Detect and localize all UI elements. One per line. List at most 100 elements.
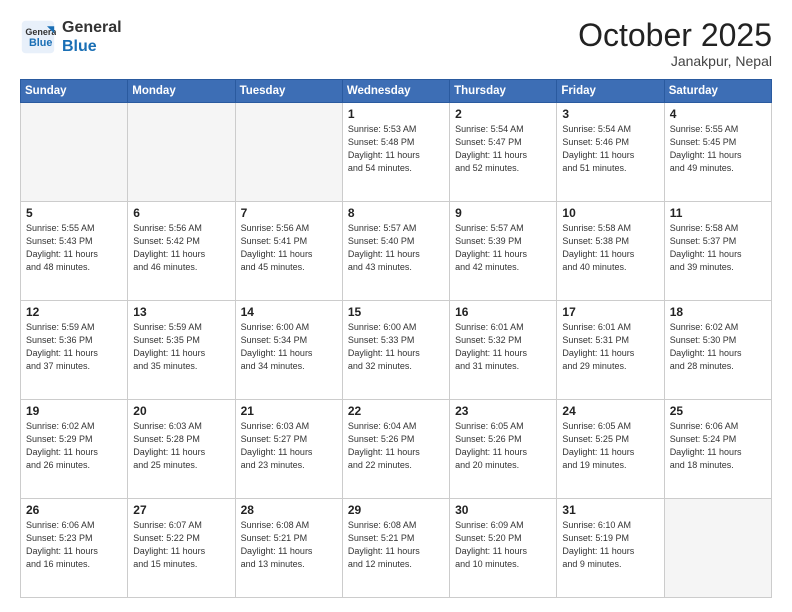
calendar-cell: 4 Sunrise: 5:55 AM Sunset: 5:45 PM Daylig… [664, 103, 771, 202]
calendar-cell: 13Sunrise: 5:59 AM Sunset: 5:35 PM Dayli… [128, 301, 235, 400]
day-info: Sunrise: 6:03 AM Sunset: 5:27 PM Dayligh… [241, 420, 337, 472]
day-number: 14 [241, 305, 337, 319]
day-info: Sunrise: 5:53 AM Sunset: 5:48 PM Dayligh… [348, 123, 444, 175]
day-info: Sunrise: 5:59 AM Sunset: 5:36 PM Dayligh… [26, 321, 122, 373]
day-number: 26 [26, 503, 122, 517]
calendar-cell: 30Sunrise: 6:09 AM Sunset: 5:20 PM Dayli… [450, 499, 557, 598]
day-info: Sunrise: 6:08 AM Sunset: 5:21 PM Dayligh… [348, 519, 444, 571]
day-info: Sunrise: 6:05 AM Sunset: 5:26 PM Dayligh… [455, 420, 551, 472]
day-number: 2 [455, 107, 551, 121]
calendar-cell: 12 Sunrise: 5:59 AM Sunset: 5:36 PM Dayli… [21, 301, 128, 400]
logo-text: General Blue [62, 18, 122, 56]
logo: General Blue General Blue [20, 18, 122, 56]
logo-icon: General Blue [20, 19, 56, 55]
day-number: 11 [670, 206, 766, 220]
day-info: Sunrise: 5:57 AM Sunset: 5:40 PM Dayligh… [348, 222, 444, 274]
day-info: Sunrise: 6:03 AM Sunset: 5:28 PM Dayligh… [133, 420, 229, 472]
day-info: Sunrise: 5:55 AM Sunset: 5:45 PM Dayligh… [670, 123, 766, 175]
week-row-3: 12 Sunrise: 5:59 AM Sunset: 5:36 PM Dayli… [21, 301, 772, 400]
svg-text:Blue: Blue [29, 37, 52, 49]
day-number: 29 [348, 503, 444, 517]
calendar-cell: 29 Sunrise: 6:08 AM Sunset: 5:21 PM Dayli… [342, 499, 449, 598]
day-number: 4 [670, 107, 766, 121]
day-info: Sunrise: 5:56 AM Sunset: 5:42 PM Dayligh… [133, 222, 229, 274]
calendar-cell: 7Sunrise: 5:56 AM Sunset: 5:41 PM Daylig… [235, 202, 342, 301]
calendar-cell: 16 Sunrise: 6:01 AM Sunset: 5:32 PM Dayli… [450, 301, 557, 400]
day-number: 17 [562, 305, 658, 319]
week-row-2: 5 Sunrise: 5:55 AM Sunset: 5:43 PM Daylig… [21, 202, 772, 301]
title-block: October 2025 Janakpur, Nepal [578, 18, 772, 69]
calendar-cell [664, 499, 771, 598]
day-number: 31 [562, 503, 658, 517]
calendar-table: SundayMondayTuesdayWednesdayThursdayFrid… [20, 79, 772, 598]
weekday-header-wednesday: Wednesday [342, 80, 449, 103]
day-info: Sunrise: 6:01 AM Sunset: 5:31 PM Dayligh… [562, 321, 658, 373]
day-number: 18 [670, 305, 766, 319]
day-number: 24 [562, 404, 658, 418]
day-number: 19 [26, 404, 122, 418]
calendar-cell: 20 Sunrise: 6:03 AM Sunset: 5:28 PM Dayli… [128, 400, 235, 499]
calendar-cell: 9 Sunrise: 5:57 AM Sunset: 5:39 PM Daylig… [450, 202, 557, 301]
day-number: 30 [455, 503, 551, 517]
day-info: Sunrise: 6:00 AM Sunset: 5:34 PM Dayligh… [241, 321, 337, 373]
calendar-cell: 1 Sunrise: 5:53 AM Sunset: 5:48 PM Daylig… [342, 103, 449, 202]
calendar-cell: 8 Sunrise: 5:57 AM Sunset: 5:40 PM Daylig… [342, 202, 449, 301]
location: Janakpur, Nepal [578, 53, 772, 69]
day-number: 5 [26, 206, 122, 220]
calendar-cell: 18 Sunrise: 6:02 AM Sunset: 5:30 PM Dayli… [664, 301, 771, 400]
calendar-cell: 5 Sunrise: 5:55 AM Sunset: 5:43 PM Daylig… [21, 202, 128, 301]
calendar-cell: 6 Sunrise: 5:56 AM Sunset: 5:42 PM Daylig… [128, 202, 235, 301]
weekday-header-monday: Monday [128, 80, 235, 103]
day-number: 13 [133, 305, 229, 319]
calendar-cell [128, 103, 235, 202]
day-number: 25 [670, 404, 766, 418]
day-info: Sunrise: 6:10 AM Sunset: 5:19 PM Dayligh… [562, 519, 658, 571]
calendar-cell [235, 103, 342, 202]
day-number: 15 [348, 305, 444, 319]
day-info: Sunrise: 5:54 AM Sunset: 5:46 PM Dayligh… [562, 123, 658, 175]
calendar-cell: 14 Sunrise: 6:00 AM Sunset: 5:34 PM Dayli… [235, 301, 342, 400]
day-number: 10 [562, 206, 658, 220]
day-number: 8 [348, 206, 444, 220]
day-info: Sunrise: 6:04 AM Sunset: 5:26 PM Dayligh… [348, 420, 444, 472]
calendar-cell: 28Sunrise: 6:08 AM Sunset: 5:21 PM Dayli… [235, 499, 342, 598]
day-info: Sunrise: 5:58 AM Sunset: 5:37 PM Dayligh… [670, 222, 766, 274]
day-number: 27 [133, 503, 229, 517]
day-info: Sunrise: 5:55 AM Sunset: 5:43 PM Dayligh… [26, 222, 122, 274]
day-info: Sunrise: 6:05 AM Sunset: 5:25 PM Dayligh… [562, 420, 658, 472]
calendar-cell: 24 Sunrise: 6:05 AM Sunset: 5:25 PM Dayli… [557, 400, 664, 499]
day-info: Sunrise: 5:56 AM Sunset: 5:41 PM Dayligh… [241, 222, 337, 274]
day-info: Sunrise: 5:54 AM Sunset: 5:47 PM Dayligh… [455, 123, 551, 175]
weekday-header-thursday: Thursday [450, 80, 557, 103]
day-number: 1 [348, 107, 444, 121]
day-number: 23 [455, 404, 551, 418]
day-info: Sunrise: 6:07 AM Sunset: 5:22 PM Dayligh… [133, 519, 229, 571]
week-row-5: 26Sunrise: 6:06 AM Sunset: 5:23 PM Dayli… [21, 499, 772, 598]
calendar-cell: 15 Sunrise: 6:00 AM Sunset: 5:33 PM Dayli… [342, 301, 449, 400]
calendar-cell: 23 Sunrise: 6:05 AM Sunset: 5:26 PM Dayli… [450, 400, 557, 499]
day-number: 6 [133, 206, 229, 220]
day-info: Sunrise: 6:01 AM Sunset: 5:32 PM Dayligh… [455, 321, 551, 373]
day-number: 21 [241, 404, 337, 418]
calendar-cell: 11 Sunrise: 5:58 AM Sunset: 5:37 PM Dayli… [664, 202, 771, 301]
calendar-cell [21, 103, 128, 202]
day-number: 16 [455, 305, 551, 319]
weekday-header-saturday: Saturday [664, 80, 771, 103]
day-info: Sunrise: 6:08 AM Sunset: 5:21 PM Dayligh… [241, 519, 337, 571]
day-number: 12 [26, 305, 122, 319]
calendar-cell: 17 Sunrise: 6:01 AM Sunset: 5:31 PM Dayli… [557, 301, 664, 400]
logo-line1: General [62, 19, 122, 36]
day-number: 3 [562, 107, 658, 121]
day-info: Sunrise: 6:00 AM Sunset: 5:33 PM Dayligh… [348, 321, 444, 373]
calendar-cell: 31 Sunrise: 6:10 AM Sunset: 5:19 PM Dayli… [557, 499, 664, 598]
weekday-header-sunday: Sunday [21, 80, 128, 103]
calendar-cell: 27 Sunrise: 6:07 AM Sunset: 5:22 PM Dayli… [128, 499, 235, 598]
day-number: 20 [133, 404, 229, 418]
logo-line2: Blue [62, 38, 97, 55]
weekday-header-tuesday: Tuesday [235, 80, 342, 103]
day-info: Sunrise: 5:57 AM Sunset: 5:39 PM Dayligh… [455, 222, 551, 274]
week-row-4: 19Sunrise: 6:02 AM Sunset: 5:29 PM Dayli… [21, 400, 772, 499]
day-info: Sunrise: 6:02 AM Sunset: 5:30 PM Dayligh… [670, 321, 766, 373]
day-number: 9 [455, 206, 551, 220]
calendar-cell: 26Sunrise: 6:06 AM Sunset: 5:23 PM Dayli… [21, 499, 128, 598]
